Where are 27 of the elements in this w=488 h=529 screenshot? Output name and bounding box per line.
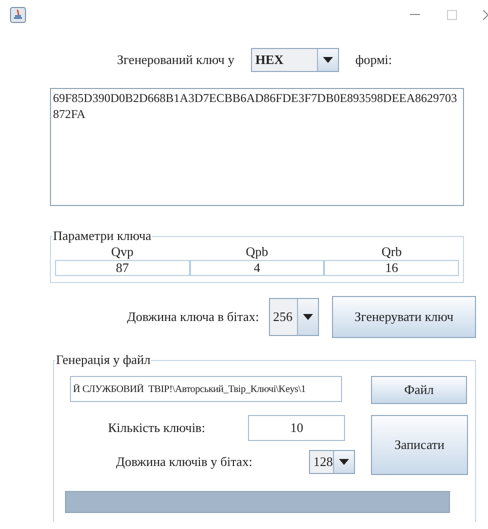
format-label: Згенерований ключ у [117, 52, 234, 68]
key-output-area[interactable]: 69F85D390D0B2D668B1A3D7ECBB6AD86FDE3F7DB0E893598DEEA8629703872FA [50, 88, 464, 206]
format-suffix-label: формі: [355, 52, 392, 68]
caret-icon [302, 314, 313, 320]
table-cell: 4 [190, 260, 324, 276]
caret-icon [339, 459, 350, 465]
key-count-field[interactable]: 10 [248, 415, 346, 441]
keys-length-label: Довжина ключів у бітах: [116, 454, 252, 470]
format-dropdown[interactable]: HEX [251, 48, 340, 72]
file-button[interactable]: Файл [371, 376, 467, 404]
minimize-icon[interactable] [410, 14, 420, 16]
generate-key-button[interactable]: Згенерувати ключ [332, 296, 476, 338]
panel-title: Генерація у файл [55, 352, 152, 368]
caret-icon [323, 57, 334, 63]
key-length-dropdown[interactable]: 256 [268, 298, 319, 336]
app-icon [10, 7, 26, 23]
column-header: Qpb [244, 244, 270, 260]
column-header: Qrb [380, 244, 403, 260]
keys-length-dropdown[interactable]: 128 [309, 450, 356, 474]
column-header: Qvp [110, 244, 135, 260]
close-icon[interactable] [483, 10, 488, 20]
panel-title: Параметри ключа [52, 228, 152, 244]
key-length-label: Довжина ключа в бітах: [127, 309, 259, 325]
table-cell: 87 [55, 260, 190, 276]
write-button[interactable]: Записати [371, 415, 468, 475]
table-cell: 16 [324, 260, 459, 276]
key-count-label: Кількість ключів: [108, 420, 206, 436]
